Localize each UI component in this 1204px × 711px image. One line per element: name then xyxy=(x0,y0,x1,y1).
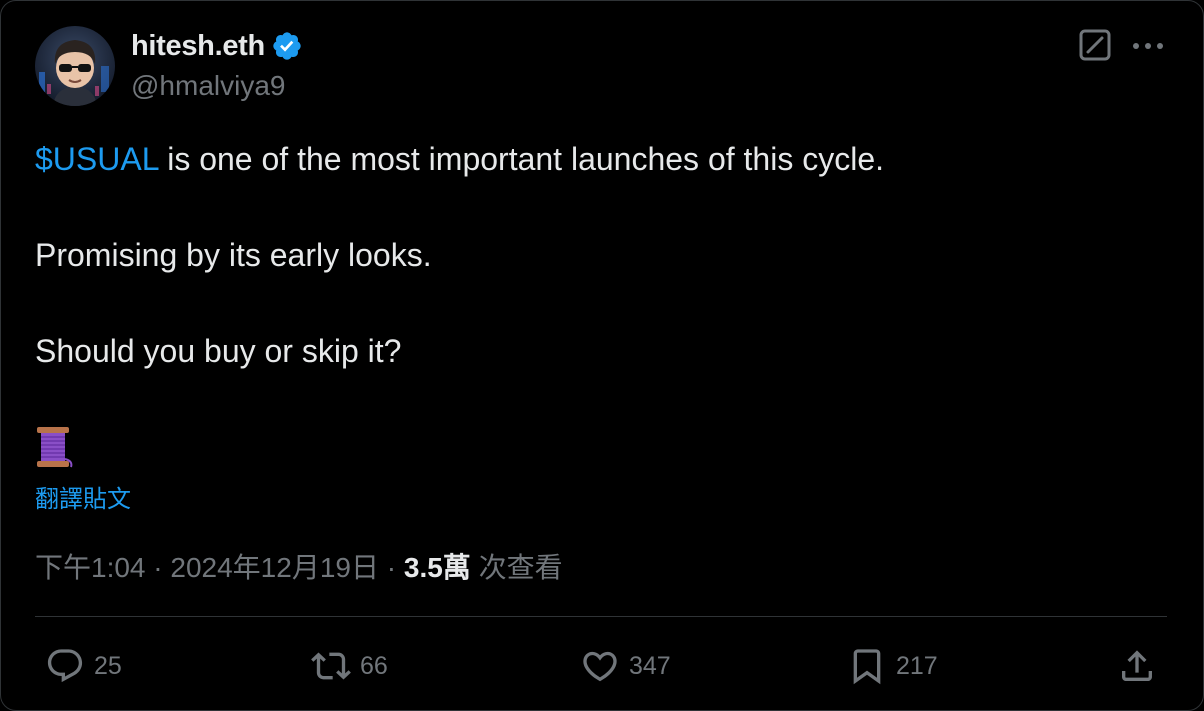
post-time[interactable]: 下午1:04 xyxy=(35,552,146,583)
display-name[interactable]: hitesh.eth xyxy=(131,30,265,63)
share-icon xyxy=(1122,650,1152,681)
views-count: 3.5萬 xyxy=(403,552,471,583)
tweet-meta: 下午1:04 · 2024年12月19日 · 3.5萬 次查看 xyxy=(35,546,563,586)
repost-button[interactable]: 66 xyxy=(311,646,388,686)
bookmark-icon xyxy=(853,649,881,685)
like-button[interactable]: 347 xyxy=(580,646,671,686)
repost-count: 66 xyxy=(360,651,388,680)
meta-separator: · xyxy=(378,552,404,583)
avatar-image xyxy=(35,26,115,106)
meta-separator: · xyxy=(145,552,171,583)
bookmark-count: 217 xyxy=(896,651,938,680)
more-options-icon[interactable] xyxy=(1131,31,1165,61)
cashtag-link[interactable]: $USUAL xyxy=(35,141,158,177)
repost-icon xyxy=(311,652,351,680)
divider xyxy=(35,616,1167,617)
translate-post-link[interactable]: 翻譯貼文 xyxy=(35,479,131,514)
verified-badge-icon xyxy=(271,30,303,62)
grok-icon[interactable] xyxy=(1078,28,1112,62)
bookmark-button[interactable]: 217 xyxy=(847,646,938,686)
reply-button[interactable]: 25 xyxy=(45,646,122,686)
heart-icon xyxy=(583,651,617,682)
tweet-line-1: $USUAL is one of the most important laun… xyxy=(35,139,1165,179)
thread-spool-icon xyxy=(35,425,75,469)
like-count: 347 xyxy=(629,651,671,680)
tweet-line-1-text: is one of the most important launches of… xyxy=(158,141,884,177)
post-date[interactable]: 2024年12月19日 xyxy=(170,552,379,583)
avatar[interactable] xyxy=(35,26,115,106)
reply-icon xyxy=(47,649,83,683)
share-button[interactable] xyxy=(1117,646,1157,686)
author-handle[interactable]: @hmalviya9 xyxy=(131,70,285,102)
views-label: 次查看 xyxy=(470,552,563,583)
tweet-text: $USUAL is one of the most important laun… xyxy=(35,139,1165,371)
tweet-line-2: Promising by its early looks. xyxy=(35,237,432,273)
author-name-row[interactable]: hitesh.eth xyxy=(131,29,303,63)
tweet-card: hitesh.eth @hmalviya9 $USUAL is one of t… xyxy=(0,0,1204,711)
tweet-line-3: Should you buy or skip it? xyxy=(35,333,402,369)
reply-count: 25 xyxy=(94,651,122,680)
